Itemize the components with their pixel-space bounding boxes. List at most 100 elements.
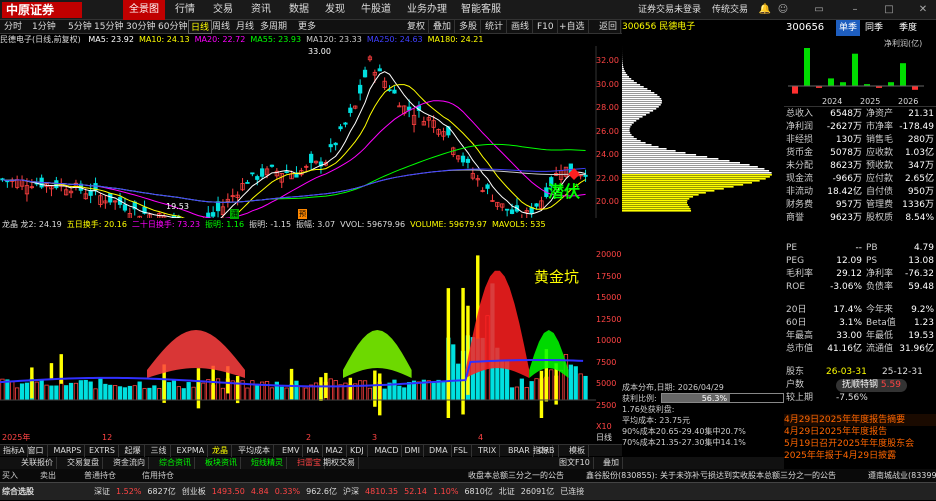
indicator-tab[interactable]: MA xyxy=(304,445,323,457)
period-daily[interactable]: 日线 xyxy=(188,20,212,34)
nav-info[interactable]: 资讯 xyxy=(246,0,276,20)
draw-button[interactable]: 画线 xyxy=(508,20,533,34)
info-tab[interactable]: 资金流向 xyxy=(110,457,149,469)
tab-normal-position[interactable]: 普通持仓 xyxy=(84,469,116,482)
indicator-tab[interactable]: 平均成本 xyxy=(235,445,274,457)
info-tab[interactable]: 关联报价 xyxy=(18,457,57,469)
classic-trade-button[interactable]: 传统交易 xyxy=(712,0,748,20)
indicator-tab[interactable]: 窗口 xyxy=(25,445,48,457)
table-cell: 预收款 xyxy=(866,160,893,173)
bell-icon[interactable]: 🔔 xyxy=(758,3,772,17)
indicator-tab[interactable]: MARPS xyxy=(51,445,86,457)
chip-bar xyxy=(622,120,636,122)
indicator-tab[interactable]: MA2 xyxy=(323,445,347,457)
nav-service[interactable]: 智能客服 xyxy=(456,0,506,20)
info-tab[interactable]: 交易复盘 xyxy=(64,457,103,469)
indicator-tab[interactable]: KDJ xyxy=(347,445,368,457)
indicator-tab[interactable]: 三线 xyxy=(148,445,171,457)
nav-trade[interactable]: 交易 xyxy=(208,0,238,20)
multi-stock-button[interactable]: 多股 xyxy=(456,20,481,34)
f10-button[interactable]: F10 xyxy=(534,20,558,34)
window-icon[interactable]: ▭ xyxy=(812,3,826,17)
overlay-button[interactable]: 叠加 xyxy=(430,20,455,34)
indicator-tab[interactable]: MACD xyxy=(372,445,403,457)
account-status[interactable]: 证券交易未登录 xyxy=(638,0,701,20)
user-icon[interactable]: ☺ xyxy=(776,3,790,17)
table-cell: 货币金 xyxy=(786,147,813,160)
announcement[interactable]: 鑫谷股份(830855): 关于未弥补亏损达到实收股本总额三分之一的公告 xyxy=(586,469,836,482)
candle xyxy=(329,145,332,147)
news-item[interactable]: 4月29日2025年年度报告摘要 xyxy=(784,414,936,426)
candle xyxy=(398,106,401,107)
indicator-tab[interactable]: 模板 xyxy=(566,445,589,457)
news-item[interactable]: 4月29日2025年年度报告 xyxy=(784,426,936,438)
indicator-tab[interactable]: 指标B xyxy=(530,445,559,457)
candle xyxy=(339,127,342,129)
news-item[interactable]: 5月19日召开2025年年度股东会 xyxy=(784,438,936,450)
volume-chart[interactable] xyxy=(0,230,596,418)
chip-bar xyxy=(622,172,772,174)
profit-bar xyxy=(792,86,798,94)
table-cell: 33.00 xyxy=(818,330,862,343)
indicator-tab[interactable]: FSL xyxy=(451,445,472,457)
close-icon[interactable]: ✕ xyxy=(916,3,930,17)
back-button[interactable]: 返回 xyxy=(596,20,621,34)
nav-niugudao[interactable]: 牛股道 xyxy=(356,0,396,20)
profit-bar-chart: 202420252026 xyxy=(784,36,936,107)
indicator-tab[interactable]: DMA xyxy=(426,445,452,457)
candle xyxy=(535,204,538,206)
info-tab[interactable]: 短线精灵 xyxy=(248,457,287,469)
nav-quotes[interactable]: 行情 xyxy=(170,0,200,20)
period-5min[interactable]: 5分钟 xyxy=(66,20,94,34)
period-more[interactable]: 更多 xyxy=(296,20,318,34)
kline-chart[interactable] xyxy=(0,46,622,218)
info-tab[interactable]: 板块资讯 xyxy=(202,457,241,469)
add-watchlist-button[interactable]: +自选 xyxy=(556,20,589,34)
period-weekly[interactable]: 周线 xyxy=(210,20,232,34)
indicator-tab[interactable]: EMV xyxy=(279,445,303,457)
minimize-icon[interactable]: – xyxy=(848,3,862,17)
period-15min[interactable]: 15分钟 xyxy=(92,20,125,34)
tab-single-quarter[interactable]: 单季 xyxy=(836,20,860,36)
maximize-icon[interactable]: □ xyxy=(882,3,896,17)
table-cell: 非经损 xyxy=(786,134,813,147)
period-monthly[interactable]: 月线 xyxy=(234,20,256,34)
indicator-tab[interactable]: EXTRS xyxy=(86,445,119,457)
indicator-tab[interactable]: 起爆 xyxy=(122,445,145,457)
nav-panorama[interactable]: 全景图 xyxy=(123,0,165,20)
tab-same-quarter[interactable]: 同季 xyxy=(862,20,886,36)
tab-sell[interactable]: 卖出 xyxy=(40,469,56,482)
indicator-tab[interactable]: DMI xyxy=(402,445,424,457)
nav-business[interactable]: 业务办理 xyxy=(402,0,452,20)
indicator-tab[interactable]: TRIX xyxy=(475,445,500,457)
period-multi[interactable]: 多周期 xyxy=(258,20,289,34)
news-item[interactable]: 2025年年报于4月29日披露 xyxy=(784,450,936,462)
table-cell: 280万 xyxy=(908,134,934,147)
table-row: 60日3.1%Beta值1.23 xyxy=(786,317,936,330)
info-tab[interactable]: 期权交易 xyxy=(320,457,359,469)
indicator-tab[interactable]: 龙晶 xyxy=(209,445,232,457)
period-1min[interactable]: 1分钟 xyxy=(30,20,58,34)
chip-popup[interactable]: 抚顺特钢 5.59 xyxy=(836,379,907,392)
tab-quarterly[interactable]: 季度 xyxy=(896,20,920,36)
stats-button[interactable]: 统计 xyxy=(482,20,507,34)
info-tab[interactable]: 叠加 xyxy=(600,457,623,469)
info-tab[interactable]: 图文F10 xyxy=(556,457,594,469)
stock-picker-button[interactable]: 综合选股 xyxy=(2,483,34,501)
table-row: 财务费957万管理费1336万 xyxy=(786,199,936,212)
period-30min[interactable]: 30分钟 xyxy=(124,20,157,34)
indicator-tab[interactable]: EXPMA xyxy=(174,445,209,457)
nav-discover[interactable]: 发现 xyxy=(320,0,350,20)
period-60min[interactable]: 60分钟 xyxy=(156,20,189,34)
chip-bar xyxy=(622,106,659,108)
tab-buy[interactable]: 买入 xyxy=(2,469,18,482)
table-cell: -178.49 xyxy=(899,121,934,134)
chip-bar xyxy=(622,182,752,184)
nav-data[interactable]: 数据 xyxy=(284,0,314,20)
period-timeshare[interactable]: 分时 xyxy=(2,20,24,34)
restore-rights-button[interactable]: 复权 xyxy=(404,20,429,34)
sub-legend: 二十日换手: 73.23 xyxy=(132,220,200,229)
info-tab[interactable]: 综合资讯 xyxy=(156,457,195,469)
tab-credit-position[interactable]: 信用持仓 xyxy=(142,469,174,482)
volume-bar xyxy=(35,382,38,400)
